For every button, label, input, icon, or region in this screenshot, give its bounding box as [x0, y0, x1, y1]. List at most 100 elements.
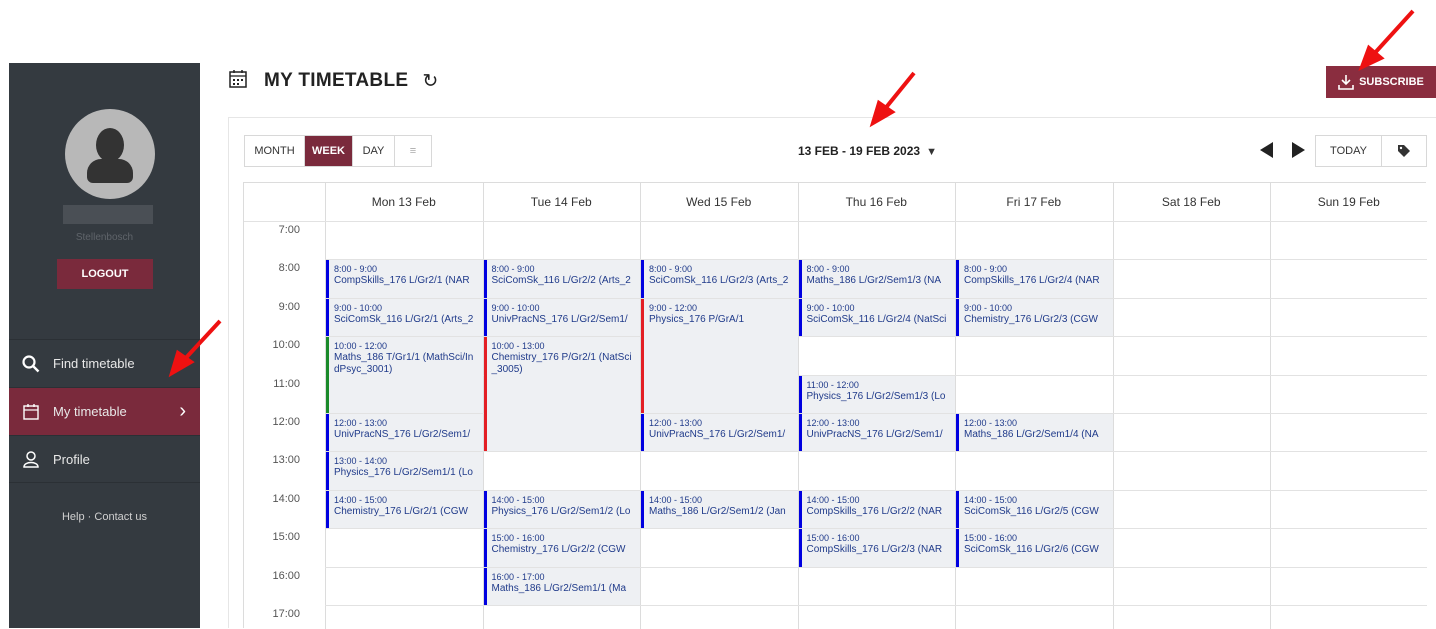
avatar: [65, 109, 155, 199]
hour-label: 13:00: [272, 454, 300, 467]
calendar-event[interactable]: 12:00 - 13:00 UnivPracNS_176 L/Gr2/Sem1/: [641, 414, 798, 452]
calendar-event[interactable]: 12:00 - 13:00 Maths_186 L/Gr2/Sem1/4 (NA: [956, 414, 1113, 452]
help-link[interactable]: Help: [62, 511, 85, 523]
tag-icon[interactable]: [1382, 136, 1426, 166]
contact-link[interactable]: Contact us: [94, 511, 147, 523]
hour-label: 12:00: [272, 416, 300, 428]
event-description: SciComSk_116 L/Gr2/5 (CGW: [964, 505, 1099, 517]
date-range-selector[interactable]: 13 FEB - 19 FEB 2023 ▼: [798, 144, 937, 158]
subscribe-button[interactable]: SUBSCRIBE: [1326, 66, 1436, 98]
hour-divider: [325, 605, 1427, 606]
list-view-icon[interactable]: ≡: [395, 136, 431, 166]
event-description: UnivPracNS_176 L/Gr2/Sem1/: [334, 429, 471, 440]
calendar-event[interactable]: 14:00 - 15:00 CompSkills_176 L/Gr2/2 (NAR: [798, 490, 955, 529]
event-time: 8:00 - 9:00: [964, 264, 1008, 275]
calendar-event[interactable]: 14:00 - 15:00 Maths_186 L/Gr2/Sem1/2 (Jan: [641, 490, 798, 529]
user-name-redacted: [63, 205, 153, 224]
calendar-event[interactable]: 8:00 - 9:00 CompSkills_176 L/Gr2/4 (NAR: [956, 260, 1113, 298]
sidebar-nav: Find timetable My timetable › Profile: [9, 339, 200, 483]
previous-week-icon[interactable]: [1260, 142, 1273, 158]
logout-button[interactable]: LOGOUT: [57, 259, 153, 289]
event-description: SciComSk_116 L/Gr2/1 (Arts_2: [334, 313, 474, 325]
calendar-event[interactable]: 12:00 - 13:00 UnivPracNS_176 L/Gr2/Sem1/: [326, 414, 483, 452]
calendar-event[interactable]: 9:00 - 12:00 Physics_176 P/GrA/1: [641, 298, 798, 413]
help-links: Help · Contact us: [9, 511, 200, 523]
calendar-event[interactable]: 8:00 - 9:00 SciComSk_116 L/Gr2/2 (Arts_2: [483, 260, 640, 298]
date-range-label: 13 FEB - 19 FEB 2023: [798, 144, 921, 158]
event-time: 12:00 - 13:00: [334, 418, 388, 428]
event-time: 14:00 - 15:00: [334, 494, 388, 505]
refresh-icon[interactable]: ↻: [422, 70, 438, 93]
today-button[interactable]: TODAY: [1316, 136, 1382, 166]
event-time: 9:00 - 10:00: [491, 302, 540, 313]
calendar-event[interactable]: 9:00 - 10:00 Chemistry_176 L/Gr2/3 (CGW: [956, 298, 1113, 337]
calendar-event[interactable]: 15:00 - 16:00 SciComSk_116 L/Gr2/6 (CGW: [956, 529, 1113, 567]
calendar-event[interactable]: 15:00 - 16:00 CompSkills_176 L/Gr2/3 (NAR: [798, 529, 955, 567]
sidebar-item-label: My timetable: [53, 404, 127, 419]
calendar-event[interactable]: 14:00 - 15:00 Chemistry_176 L/Gr2/1 (CGW: [326, 490, 483, 529]
calendar-event[interactable]: 14:00 - 15:00 Physics_176 L/Gr2/Sem1/2 (L…: [483, 490, 640, 529]
page-title: MY TIMETABLE: [264, 70, 409, 91]
sidebar-item-label: Profile: [53, 451, 90, 467]
calendar-event[interactable]: 11:00 - 12:00 Physics_176 L/Gr2/Sem1/3 (L…: [798, 375, 955, 413]
sidebar: Stellenbosch LOGOUT Find timetable My ti…: [9, 63, 200, 628]
event-description: Chemistry_176 L/Gr2/3 (CGW: [964, 313, 1098, 325]
calendar-event[interactable]: 8:00 - 9:00 CompSkills_176 L/Gr2/1 (NAR: [326, 260, 483, 298]
hour-label: 9:00: [278, 300, 300, 313]
event-time: 16:00 - 17:00: [491, 571, 545, 582]
calendar-event[interactable]: 13:00 - 14:00 Physics_176 L/Gr2/Sem1/1 (L…: [326, 452, 483, 490]
event-description: CompSkills_176 L/Gr2/4 (NAR: [964, 275, 1100, 287]
avatar-body-icon: [87, 159, 133, 183]
event-time: 14:00 - 15:00: [491, 494, 545, 505]
calendar-event[interactable]: 8:00 - 9:00 SciComSk_116 L/Gr2/3 (Arts_2: [641, 260, 798, 298]
next-week-icon[interactable]: [1292, 142, 1305, 158]
week-grid: Mon 13 Feb Tue 14 Feb Wed 15 Feb Thu 16 Feb…: [243, 182, 1427, 629]
page-header: MY TIMETABLE ↻: [228, 66, 438, 96]
event-time: 11:00 - 12:00: [806, 379, 859, 390]
event-time: 10:00 - 12:00: [334, 341, 388, 352]
calendar-event[interactable]: 9:00 - 10:00 SciComSk_116 L/Gr2/4 (NatSci: [798, 298, 955, 337]
view-day-button[interactable]: DAY: [353, 136, 395, 166]
event-time: 14:00 - 15:00: [964, 494, 1018, 505]
calendar-event[interactable]: 9:00 - 10:00 UnivPracNS_176 L/Gr2/Sem1/: [483, 298, 640, 337]
sidebar-item-label: Find timetable: [53, 356, 135, 371]
user-icon: [19, 449, 43, 469]
event-time: 10:00 - 13:00: [491, 341, 545, 352]
calendar-event[interactable]: 16:00 - 17:00 Maths_186 L/Gr2/Sem1/1 (Ma: [483, 567, 640, 605]
day-column-divider: [1270, 183, 1271, 629]
calendar-icon: [19, 402, 43, 422]
sidebar-item-find-timetable[interactable]: Find timetable: [9, 339, 200, 387]
campus-label: Stellenbosch: [75, 232, 134, 243]
view-month-button[interactable]: MONTH: [245, 136, 305, 166]
sidebar-item-my-timetable[interactable]: My timetable ›: [9, 387, 200, 435]
header-divider: [244, 221, 1427, 222]
calendar-event[interactable]: 15:00 - 16:00 Chemistry_176 L/Gr2/2 (CGW: [483, 529, 640, 567]
event-description: CompSkills_176 L/Gr2/1 (NAR: [334, 275, 470, 287]
day-header: Thu 16 Feb: [845, 195, 907, 209]
calendar-event[interactable]: 10:00 - 12:00 Maths_186 T/Gr1/1 (MathSci/…: [326, 337, 483, 413]
event-description: Maths_186 T/Gr1/1 (MathSci/IndPsyc_3001): [334, 352, 474, 376]
event-description: SciComSk_116 L/Gr2/3 (Arts_2: [649, 275, 789, 287]
calendar-event[interactable]: 12:00 - 13:00 UnivPracNS_176 L/Gr2/Sem1/: [798, 414, 955, 452]
event-time: 9:00 - 10:00: [964, 302, 1013, 313]
event-time: 8:00 - 9:00: [334, 264, 378, 275]
hour-divider: [325, 451, 1427, 453]
calendar-event[interactable]: 9:00 - 10:00 SciComSk_116 L/Gr2/1 (Arts_2: [326, 298, 483, 337]
event-time: 15:00 - 16:00: [964, 533, 1018, 544]
event-time: 12:00 - 13:00: [964, 418, 1018, 428]
event-description: Physics_176 P/GrA/1: [649, 313, 745, 325]
hour-label: 17:00: [272, 608, 300, 620]
calendar-event[interactable]: 10:00 - 13:00 Chemistry_176 P/Gr2/1 (NatS…: [483, 337, 640, 452]
sidebar-item-profile[interactable]: Profile: [9, 435, 200, 483]
view-week-button[interactable]: WEEK: [305, 136, 353, 166]
chevron-right-icon: ›: [179, 400, 186, 422]
day-header: Sun 19 Feb: [1317, 195, 1380, 209]
hour-label: 14:00: [272, 492, 300, 505]
hour-label: 7:00: [278, 224, 300, 236]
event-description: SciComSk_116 L/Gr2/6 (CGW: [964, 544, 1099, 556]
calendar-event[interactable]: 8:00 - 9:00 Maths_186 L/Gr2/Sem1/3 (NA: [798, 260, 955, 298]
event-time: 9:00 - 12:00: [649, 302, 698, 313]
calendar-event[interactable]: 14:00 - 15:00 SciComSk_116 L/Gr2/5 (CGW: [956, 490, 1113, 529]
event-description: UnivPracNS_176 L/Gr2/Sem1/: [491, 313, 628, 325]
event-description: Chemistry_176 L/Gr2/2 (CGW: [491, 544, 626, 556]
